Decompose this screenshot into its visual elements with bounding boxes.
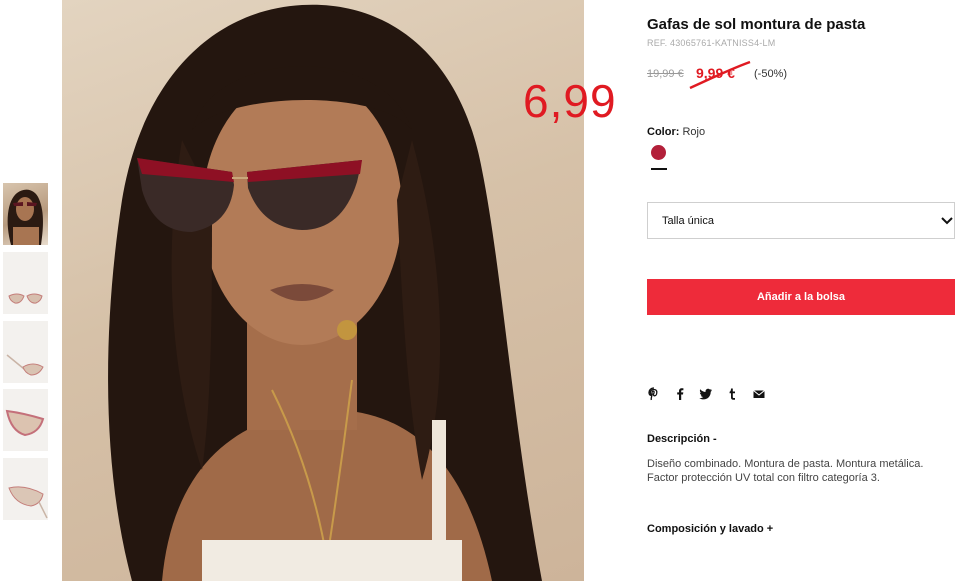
thumbnail-top[interactable] <box>3 458 48 520</box>
email-icon[interactable] <box>752 387 766 401</box>
swatch-selected-indicator <box>651 168 667 170</box>
chevron-down-icon <box>941 217 953 225</box>
color-row: Color: Rojo <box>647 126 705 138</box>
thumbnail-angle[interactable] <box>3 389 48 451</box>
product-ref: REF. 43065761-KATNISS4-LM <box>647 38 776 48</box>
size-select-value: Talla única <box>662 215 714 227</box>
thumbnail-model[interactable] <box>3 183 48 245</box>
facebook-icon[interactable] <box>673 387 687 401</box>
add-to-bag-button[interactable]: Añadir a la bolsa <box>647 279 955 315</box>
main-product-image <box>62 0 584 581</box>
thumbnail-side[interactable] <box>3 321 48 383</box>
product-title: Gafas de sol montura de pasta <box>647 16 866 33</box>
thumbnail-front[interactable] <box>3 252 48 314</box>
description-heading[interactable]: Descripción - <box>647 433 717 445</box>
pinterest-icon[interactable] <box>647 387 661 401</box>
color-swatch-rojo[interactable] <box>651 145 666 160</box>
overlay-price: 6,99 <box>523 75 617 127</box>
size-select[interactable]: Talla única <box>647 202 955 239</box>
color-value: Rojo <box>682 126 706 138</box>
tumblr-icon[interactable] <box>725 387 739 401</box>
discount-badge: (-50%) <box>754 68 788 80</box>
color-label: Color: <box>647 126 680 138</box>
description-text: Diseño combinado. Montura de pasta. Mont… <box>647 458 924 484</box>
old-price: 19,99 € <box>647 68 684 80</box>
price-strike-mark <box>689 60 751 90</box>
composition-heading[interactable]: Composición y lavado + <box>647 523 773 535</box>
twitter-icon[interactable] <box>699 387 713 401</box>
